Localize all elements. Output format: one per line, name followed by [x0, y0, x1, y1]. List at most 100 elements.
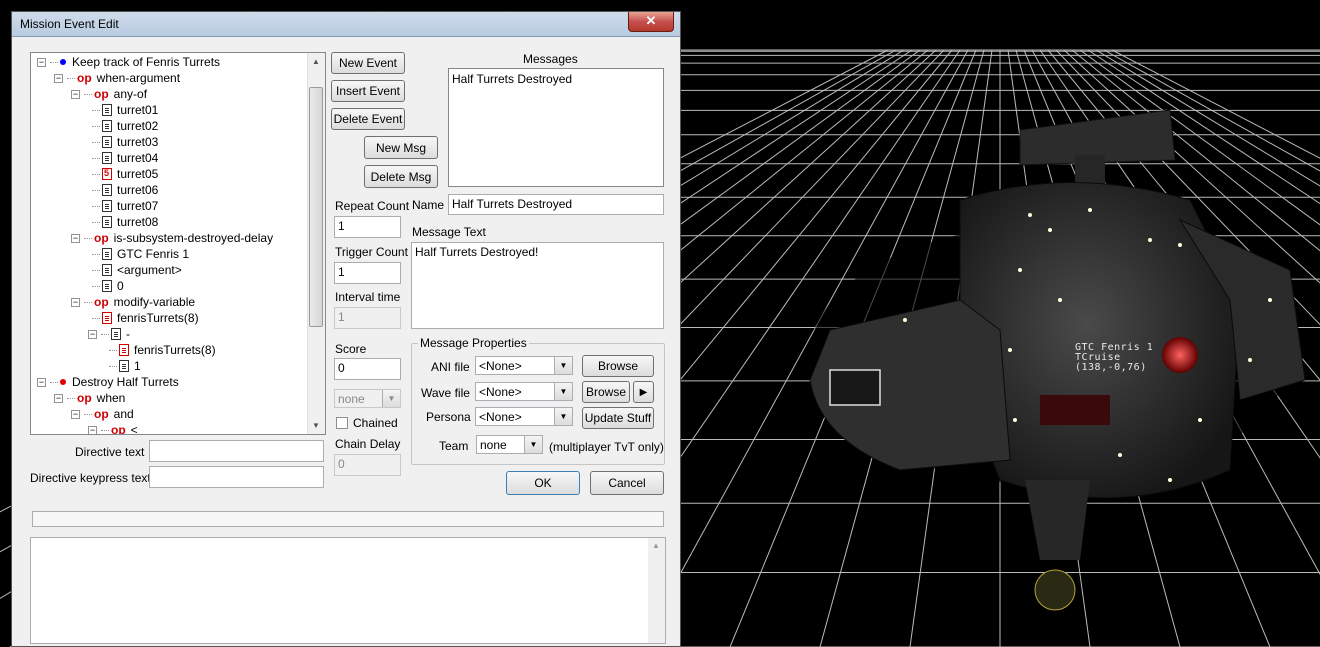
tree-connector	[84, 413, 92, 415]
wave-file-combo[interactable]: <None> ▼	[475, 382, 573, 401]
chained-checkbox[interactable]	[336, 417, 348, 429]
message-team-combo[interactable]: none ▼	[476, 435, 543, 454]
interval-time-field[interactable]: 1	[334, 307, 401, 329]
event-status-icon	[60, 59, 66, 65]
tree-node[interactable]: − Destroy Half Turrets	[37, 374, 179, 390]
message-text-area[interactable]: Half Turrets Destroyed!	[411, 242, 664, 329]
tree-node-label: turret06	[117, 183, 159, 197]
operator-icon: op	[111, 423, 126, 435]
collapse-icon[interactable]: −	[71, 409, 80, 419]
new-event-button[interactable]: New Event	[331, 52, 405, 74]
tree-node[interactable]: − Keep track of Fenris Turrets	[37, 54, 220, 70]
operator-icon: op	[77, 391, 92, 405]
tree-node[interactable]: − op any-of	[71, 86, 147, 102]
tree-node[interactable]: − op when-argument	[54, 70, 180, 86]
tree-node[interactable]: − op modify-variable	[71, 294, 195, 310]
insert-event-button[interactable]: Insert Event	[331, 80, 405, 102]
chevron-down-icon[interactable]: ▼	[524, 436, 542, 453]
cancel-button[interactable]: Cancel	[590, 471, 664, 495]
collapse-icon[interactable]: −	[54, 393, 63, 403]
title-bar[interactable]: Mission Event Edit ✕	[12, 12, 680, 37]
output-scrollbar[interactable]: ▲	[648, 538, 665, 643]
delete-msg-button[interactable]: Delete Msg	[364, 165, 438, 188]
scroll-down-icon[interactable]: ▼	[308, 417, 324, 434]
collapse-icon[interactable]: −	[88, 329, 97, 339]
tree-node[interactable]: turret08	[88, 214, 158, 230]
new-msg-button[interactable]: New Msg	[364, 136, 438, 159]
output-list[interactable]: ▲	[30, 537, 666, 644]
tree-connector	[92, 157, 100, 159]
tree-node-label: modify-variable	[113, 295, 196, 309]
collapse-icon[interactable]: −	[71, 89, 80, 99]
data-icon	[102, 200, 112, 212]
directive-text-field[interactable]	[149, 440, 324, 462]
browse-wave-button[interactable]: Browse	[582, 381, 630, 403]
tree-node[interactable]: − op and	[71, 406, 134, 422]
collapse-icon[interactable]: −	[88, 425, 97, 434]
chevron-down-icon[interactable]: ▼	[554, 408, 572, 425]
window-title: Mission Event Edit	[20, 17, 119, 31]
tree-node[interactable]: − op is-subsystem-destroyed-delay	[71, 230, 273, 246]
tree-node[interactable]: turret02	[88, 118, 158, 134]
collapse-icon[interactable]: −	[71, 297, 80, 307]
data-icon	[102, 264, 112, 276]
tree-node[interactable]: turret04	[88, 150, 158, 166]
tree-connector	[84, 301, 92, 303]
event-tree[interactable]: − Keep track of Fenris Turrets − op when-arg…	[30, 52, 326, 435]
collapse-icon[interactable]: −	[54, 73, 63, 83]
tree-node-label: turret04	[117, 151, 159, 165]
tree-node[interactable]: turret01	[88, 102, 158, 118]
tree-node[interactable]: − op when	[54, 390, 125, 406]
scroll-thumb[interactable]	[309, 87, 323, 327]
ani-file-combo[interactable]: <None> ▼	[475, 356, 573, 375]
tree-node[interactable]: <argument>	[88, 262, 182, 278]
message-list-item[interactable]: Half Turrets Destroyed	[452, 72, 660, 86]
tree-node-label: turret03	[117, 135, 159, 149]
status-bar	[32, 511, 664, 527]
tree-connector	[84, 93, 92, 95]
tree-node[interactable]: 0	[88, 278, 124, 294]
tree-connector	[101, 333, 109, 335]
tree-connector	[92, 221, 100, 223]
collapse-icon[interactable]: −	[37, 377, 46, 387]
collapse-icon[interactable]: −	[71, 233, 80, 243]
directive-keypress-field[interactable]	[149, 466, 324, 488]
trigger-count-field[interactable]: 1	[334, 262, 401, 284]
tree-node[interactable]: 1	[105, 358, 141, 374]
tree-node[interactable]: 5 turret05	[88, 166, 158, 182]
persona-combo[interactable]: <None> ▼	[475, 407, 573, 426]
collapse-icon[interactable]: −	[37, 57, 46, 67]
delete-event-button[interactable]: Delete Event	[331, 108, 405, 130]
message-name-field[interactable]: Half Turrets Destroyed	[448, 194, 664, 215]
repeat-count-field[interactable]: 1	[334, 216, 401, 238]
tree-scrollbar[interactable]: ▲ ▼	[307, 53, 325, 434]
ok-button[interactable]: OK	[506, 471, 580, 495]
scroll-up-icon[interactable]: ▲	[308, 53, 324, 70]
dialog-client: − Keep track of Fenris Turrets − op when-arg…	[16, 37, 676, 644]
tree-node[interactable]: fenrisTurrets(8)	[105, 342, 216, 358]
tree-node[interactable]: turret03	[88, 134, 158, 150]
score-field[interactable]: 0	[334, 358, 401, 380]
chevron-down-icon[interactable]: ▼	[554, 383, 572, 400]
browse-ani-button[interactable]: Browse	[582, 355, 654, 377]
chevron-down-icon[interactable]: ▼	[554, 357, 572, 374]
close-button[interactable]: ✕	[628, 12, 674, 32]
update-stuff-button[interactable]: Update Stuff	[582, 407, 654, 429]
chevron-down-icon[interactable]: ▼	[382, 390, 400, 407]
tree-node[interactable]: turret07	[88, 198, 158, 214]
event-team-combo[interactable]: none ▼	[334, 389, 401, 408]
tree-node-label: Keep track of Fenris Turrets	[72, 55, 221, 69]
tree-node[interactable]: − op <	[88, 422, 138, 435]
scroll-up-icon[interactable]: ▲	[652, 541, 660, 550]
chain-delay-field[interactable]: 0	[334, 454, 401, 476]
messages-list[interactable]: Half Turrets Destroyed	[448, 68, 664, 187]
ship-coordinates: (138,-0,76)	[1075, 362, 1147, 373]
ani-file-value: <None>	[479, 359, 522, 373]
tree-node[interactable]: − -	[88, 326, 130, 342]
tree-node-label: 0	[117, 279, 124, 293]
tree-node[interactable]: fenrisTurrets(8)	[88, 310, 199, 326]
tree-node[interactable]: turret06	[88, 182, 158, 198]
tree-node[interactable]: GTC Fenris 1	[88, 246, 189, 262]
play-icon[interactable]: ▶	[633, 381, 654, 403]
data-icon	[102, 248, 112, 260]
